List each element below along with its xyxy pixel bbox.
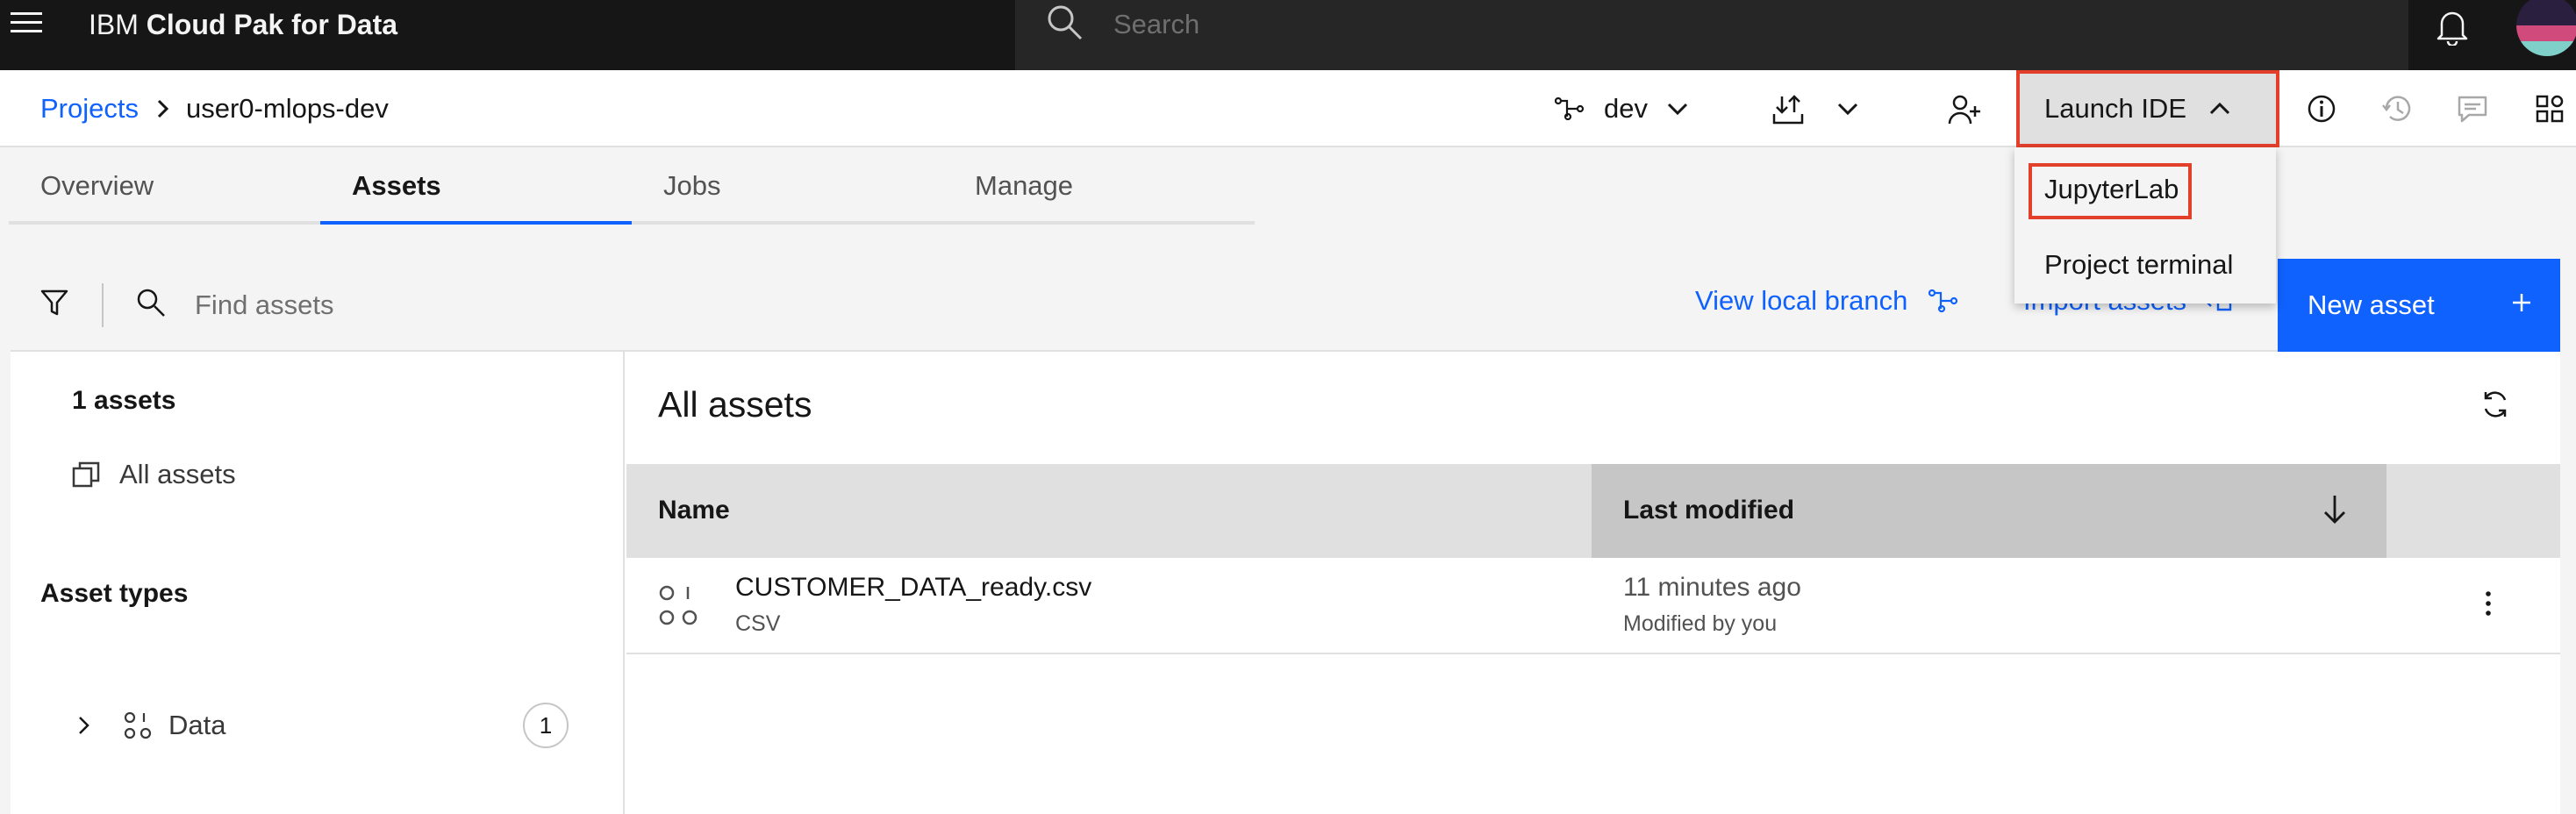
asset-type-label: Data xyxy=(168,710,226,740)
project-tabs: Overview Assets Jobs Manage xyxy=(9,147,1255,225)
stacked-copy-icon xyxy=(72,460,102,489)
chevron-down-icon xyxy=(1837,102,1858,116)
asset-type: CSV xyxy=(735,611,781,636)
chevron-down-icon xyxy=(1667,102,1688,116)
assets-title: All assets xyxy=(658,384,812,425)
comment-icon[interactable] xyxy=(2451,88,2494,130)
git-branch-icon xyxy=(1555,97,1585,120)
data-asset-icon xyxy=(658,584,700,626)
search-icon xyxy=(135,287,167,318)
new-asset-button[interactable]: New asset xyxy=(2278,259,2560,352)
column-header-name[interactable]: Name xyxy=(658,493,730,528)
add-collaborator-icon[interactable] xyxy=(1943,88,1986,132)
tab-label: Manage xyxy=(975,170,1074,201)
search-placeholder: Search xyxy=(1113,9,1200,39)
column-header-label: Last modified xyxy=(1623,496,1795,525)
tab-underline xyxy=(943,221,1255,225)
asset-types-heading: Asset types xyxy=(40,579,189,608)
asset-type-count-badge: 1 xyxy=(523,703,569,748)
filter-icon[interactable] xyxy=(39,288,69,318)
menu-item-label: JupyterLab xyxy=(2044,174,2179,204)
tab-assets[interactable]: Assets xyxy=(320,147,632,225)
view-local-branch-link[interactable]: View local branch xyxy=(1695,285,1958,317)
push-pull-icon xyxy=(1772,93,1804,125)
tab-label: Overview xyxy=(40,170,154,201)
breadcrumb-projects-link[interactable]: Projects xyxy=(40,91,139,126)
menu-item-project-terminal[interactable]: Project terminal xyxy=(2014,230,2276,300)
table-row[interactable]: CUSTOMER_DATA_ready.csv CSV 11 minutes a… xyxy=(626,558,2560,654)
git-branch-icon xyxy=(1928,289,1958,312)
tab-manage[interactable]: Manage xyxy=(943,147,1255,225)
all-assets-label: All assets xyxy=(119,459,236,489)
asset-name-link[interactable]: CUSTOMER_DATA_ready.csv xyxy=(735,570,1091,605)
info-icon[interactable] xyxy=(2301,88,2343,130)
breadcrumb-current-project: user0-mlops-dev xyxy=(186,93,389,124)
menu-icon[interactable] xyxy=(7,4,46,42)
refresh-icon[interactable] xyxy=(2479,389,2511,420)
brand-name: Cloud Pak for Data xyxy=(146,9,398,40)
sync-menu-button[interactable] xyxy=(1772,86,1858,132)
tab-label: Jobs xyxy=(663,170,721,201)
tab-jobs[interactable]: Jobs xyxy=(632,147,943,225)
column-header-last-modified[interactable]: Last modified xyxy=(1592,464,2386,558)
asset-count: 1 assets xyxy=(72,386,176,415)
new-asset-label: New asset xyxy=(2308,289,2435,320)
data-icon xyxy=(123,710,153,740)
branch-name: dev xyxy=(1604,93,1648,124)
branch-selector[interactable]: dev xyxy=(1555,86,1688,132)
add-icon xyxy=(2511,292,2532,313)
asset-type-data[interactable]: Data 1 xyxy=(77,701,569,750)
global-search-input[interactable]: Search xyxy=(1015,0,2408,70)
find-assets-input[interactable]: Find assets xyxy=(195,288,334,323)
user-avatar[interactable] xyxy=(2516,0,2576,56)
product-name[interactable]: IBM Cloud Pak for Data xyxy=(89,7,397,42)
tab-label: Assets xyxy=(352,170,441,201)
menu-item-jupyterlab[interactable]: JupyterLab xyxy=(2014,154,2276,225)
brand-prefix: IBM xyxy=(89,9,139,40)
tab-overview[interactable]: Overview xyxy=(9,147,320,225)
launch-ide-label: Launch IDE xyxy=(2044,93,2186,124)
asset-type-sidebar: 1 assets All assets Asset types Data 1 xyxy=(11,352,625,814)
history-icon[interactable] xyxy=(2376,88,2418,130)
sort-descending-icon xyxy=(2322,494,2348,525)
tab-underline xyxy=(9,221,320,225)
project-header: Projects user0-mlops-dev dev Launch IDE xyxy=(0,70,2576,147)
overflow-menu-icon[interactable] xyxy=(2483,589,2494,618)
search-icon xyxy=(1045,3,1084,41)
toolbar-divider xyxy=(102,283,104,327)
chevron-right-icon xyxy=(77,715,97,736)
apps-icon[interactable] xyxy=(2529,88,2571,130)
chevron-right-icon xyxy=(156,98,170,119)
notification-bell-icon[interactable] xyxy=(2426,0,2479,53)
launch-ide-button[interactable]: Launch IDE xyxy=(2016,70,2279,147)
tab-underline xyxy=(632,221,943,225)
menu-item-label: Project terminal xyxy=(2044,249,2234,280)
all-assets-filter[interactable]: All assets xyxy=(72,459,236,490)
assets-panel: Find assets View local branch Import ass… xyxy=(11,259,2560,814)
launch-ide-menu: JupyterLab Project terminal xyxy=(2014,147,2276,303)
assets-table-header: Name Last modified xyxy=(626,464,2560,558)
tab-underline xyxy=(320,221,632,225)
view-local-branch-label: View local branch xyxy=(1695,285,1908,316)
assets-content: All assets Name Last modified CUSTOMER_D… xyxy=(626,352,2560,814)
asset-modified-by: Modified by you xyxy=(1623,611,1778,636)
asset-modified-time: 11 minutes ago xyxy=(1623,573,1801,602)
chevron-up-icon xyxy=(2209,102,2230,116)
global-header: IBM Cloud Pak for Data Search xyxy=(0,0,2576,70)
